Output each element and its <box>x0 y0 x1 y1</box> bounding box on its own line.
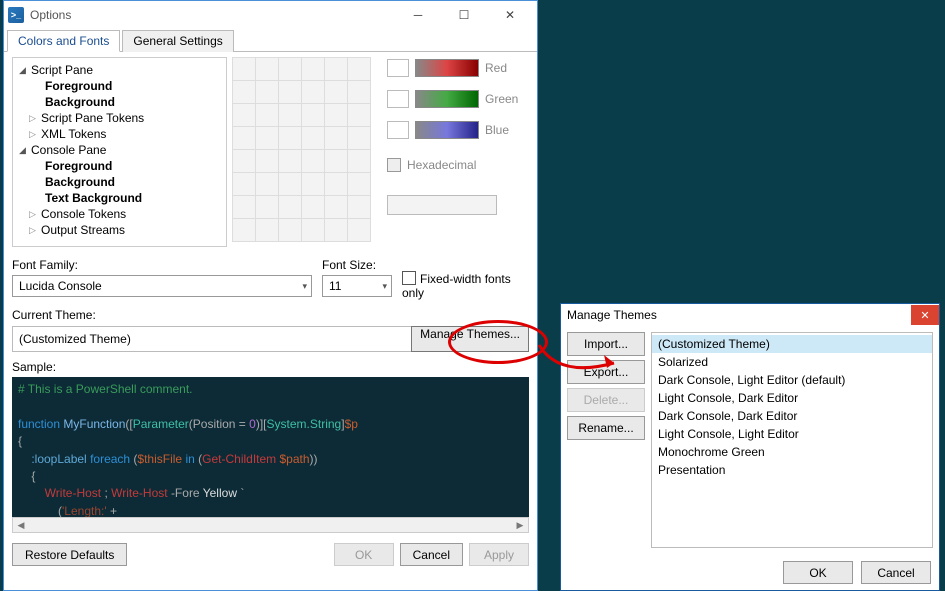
titlebar: >_ Options ─ ☐ ✕ <box>4 1 537 29</box>
theme-item[interactable]: Light Console, Dark Editor <box>652 389 932 407</box>
horizontal-scrollbar[interactable]: ◀▶ <box>12 517 529 533</box>
themes-ok-button[interactable]: OK <box>783 561 853 584</box>
theme-item[interactable]: Monochrome Green <box>652 443 932 461</box>
manage-themes-dialog: Manage Themes ✕ Import... Export... Dele… <box>560 303 940 591</box>
options-window: >_ Options ─ ☐ ✕ Colors and Fonts Genera… <box>3 0 538 591</box>
powershell-icon: >_ <box>8 7 24 23</box>
green-label: Green <box>485 92 518 106</box>
themes-cancel-button[interactable]: Cancel <box>861 561 931 584</box>
current-theme-display: (Customized Theme) <box>12 326 412 352</box>
themes-list[interactable]: (Customized Theme) Solarized Dark Consol… <box>651 332 933 548</box>
export-button[interactable]: Export... <box>567 360 645 384</box>
caret-right-icon[interactable] <box>29 225 39 236</box>
window-title: Options <box>30 8 395 22</box>
caret-down-icon[interactable] <box>19 65 29 76</box>
code-sample: # This is a PowerShell comment. function… <box>12 377 529 517</box>
ok-button[interactable]: OK <box>334 543 394 566</box>
maximize-button[interactable]: ☐ <box>441 1 487 29</box>
themes-titlebar: Manage Themes ✕ <box>561 304 939 326</box>
tree-output-streams[interactable]: Output Streams <box>39 223 125 237</box>
tree-sp-background[interactable]: Background <box>43 95 115 109</box>
tree-sp-foreground[interactable]: Foreground <box>43 79 112 93</box>
blue-label: Blue <box>485 123 509 137</box>
green-preview <box>387 90 409 108</box>
minimize-button[interactable]: ─ <box>395 1 441 29</box>
theme-item[interactable]: Presentation <box>652 461 932 479</box>
manage-themes-button[interactable]: Manage Themes... <box>411 326 529 352</box>
restore-defaults-button[interactable]: Restore Defaults <box>12 543 127 566</box>
font-family-value: Lucida Console <box>19 279 102 293</box>
caret-right-icon[interactable] <box>29 209 39 220</box>
caret-right-icon[interactable] <box>29 113 39 124</box>
hex-label: Hexadecimal <box>407 158 476 172</box>
apply-button[interactable]: Apply <box>469 543 529 566</box>
blue-slider[interactable] <box>415 121 479 139</box>
current-theme-label: Current Theme: <box>12 308 529 322</box>
import-button[interactable]: Import... <box>567 332 645 356</box>
tree-cp-background[interactable]: Background <box>43 175 115 189</box>
font-size-label: Font Size: <box>322 258 392 272</box>
tree-cp-text-background[interactable]: Text Background <box>43 191 142 205</box>
current-theme-value: (Customized Theme) <box>19 332 131 346</box>
result-color-swatch <box>387 195 497 215</box>
font-family-select[interactable]: Lucida Console ▾ <box>12 275 312 297</box>
theme-item[interactable]: (Customized Theme) <box>652 335 932 353</box>
tab-bar: Colors and Fonts General Settings <box>4 29 537 52</box>
chevron-down-icon: ▾ <box>302 281 307 292</box>
font-size-value: 11 <box>329 279 341 293</box>
cancel-button[interactable]: Cancel <box>400 543 463 566</box>
red-preview <box>387 59 409 77</box>
rename-button[interactable]: Rename... <box>567 416 645 440</box>
tree-console-pane[interactable]: Console Pane <box>29 143 106 157</box>
theme-item[interactable]: Dark Console, Dark Editor <box>652 407 932 425</box>
tree-cp-foreground[interactable]: Foreground <box>43 159 112 173</box>
red-slider[interactable] <box>415 59 479 77</box>
theme-item[interactable]: Dark Console, Light Editor (default) <box>652 371 932 389</box>
color-swatch-grid[interactable] <box>233 57 381 247</box>
theme-item[interactable]: Solarized <box>652 353 932 371</box>
fixed-width-label: Fixed-width fonts only <box>402 272 511 300</box>
delete-button[interactable]: Delete... <box>567 388 645 412</box>
blue-preview <box>387 121 409 139</box>
hex-checkbox[interactable] <box>387 158 401 172</box>
fixed-width-checkbox[interactable] <box>402 271 416 285</box>
settings-tree[interactable]: Script Pane Foreground Background Script… <box>12 57 227 247</box>
caret-down-icon[interactable] <box>19 145 29 156</box>
tab-colors-fonts[interactable]: Colors and Fonts <box>7 30 120 52</box>
caret-right-icon[interactable] <box>29 129 39 140</box>
close-button[interactable]: ✕ <box>487 1 533 29</box>
tree-xml-tokens[interactable]: XML Tokens <box>39 127 106 141</box>
themes-title: Manage Themes <box>567 308 911 322</box>
theme-item[interactable]: Light Console, Light Editor <box>652 425 932 443</box>
close-icon[interactable]: ✕ <box>911 305 939 325</box>
chevron-down-icon: ▾ <box>382 281 387 292</box>
scroll-left-icon[interactable]: ◀ <box>13 518 29 532</box>
red-label: Red <box>485 61 507 75</box>
sample-label: Sample: <box>12 360 529 374</box>
green-slider[interactable] <box>415 90 479 108</box>
scroll-right-icon[interactable]: ▶ <box>512 518 528 532</box>
tree-cp-tokens[interactable]: Console Tokens <box>39 207 126 221</box>
tree-sp-tokens[interactable]: Script Pane Tokens <box>39 111 144 125</box>
font-family-label: Font Family: <box>12 258 312 272</box>
tree-script-pane[interactable]: Script Pane <box>29 63 93 77</box>
tab-general-settings[interactable]: General Settings <box>122 30 233 52</box>
font-size-select[interactable]: 11 ▾ <box>322 275 392 297</box>
